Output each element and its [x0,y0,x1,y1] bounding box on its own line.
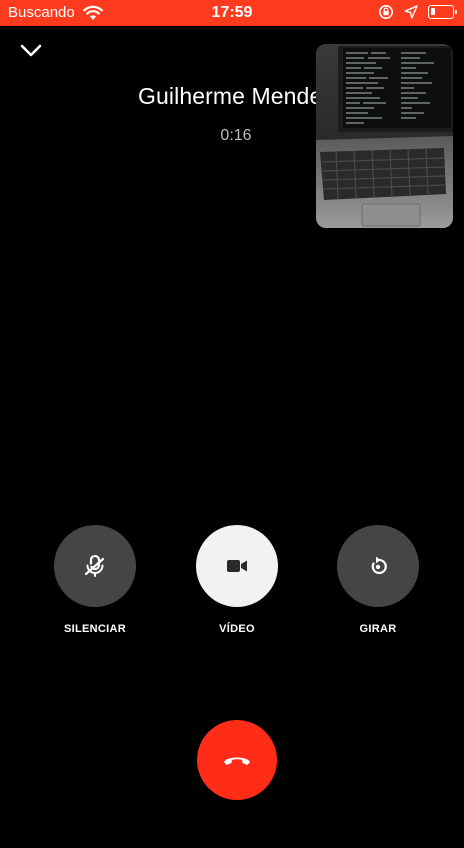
rotate-label: GIRAR [359,623,397,635]
battery-icon [428,5,457,19]
location-arrow-icon [404,5,418,19]
mute-control: SILENCIAR [54,525,136,635]
mute-label: SILENCIAR [64,623,126,635]
video-control: VÍDEO [196,525,278,635]
battery-level [431,8,435,15]
mute-button[interactable] [54,525,136,607]
self-video-preview[interactable] [316,44,453,228]
hang-up-phone-icon [224,757,250,765]
call-screen: Buscando 17:59 Guilherme Mendes 0:16 SIL… [0,0,464,848]
rotate-control: GIRAR [337,525,419,635]
status-bar: Buscando 17:59 [0,0,464,26]
video-camera-icon [227,560,247,572]
status-right [378,4,457,20]
chevron-down-icon [20,44,42,57]
mute-microphone-icon [84,554,105,577]
rotate-camera-button[interactable] [337,525,419,607]
rotate-camera-icon [371,556,387,575]
video-label: VÍDEO [219,623,255,635]
end-call-button[interactable] [197,720,277,800]
orientation-lock-icon [378,4,394,20]
minimize-call-button[interactable] [18,40,44,62]
camera-feed-image [316,44,453,228]
video-button[interactable] [196,525,278,607]
